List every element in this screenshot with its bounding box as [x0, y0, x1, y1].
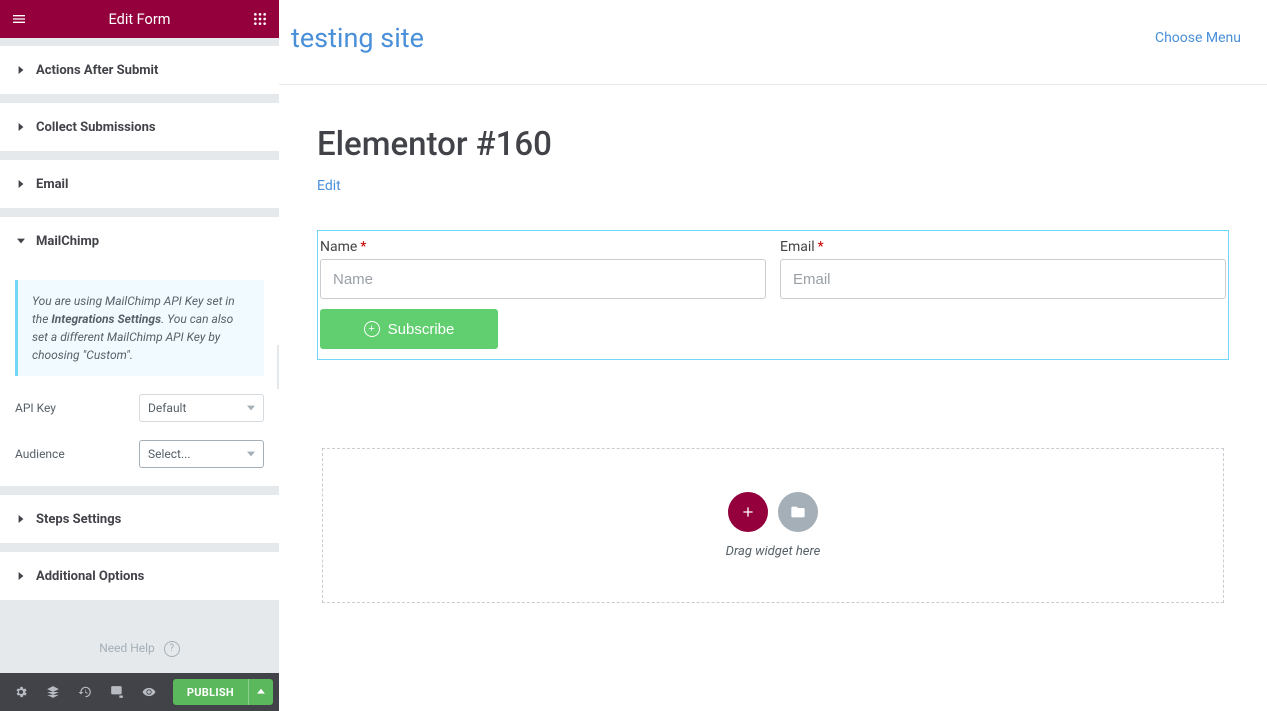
sidebar-footer: PUBLISH [0, 673, 279, 711]
label-text: Name [320, 239, 357, 255]
caret-down-icon [16, 236, 26, 246]
required-mark: * [360, 239, 366, 255]
site-title[interactable]: testing site [291, 22, 424, 54]
navigator-icon[interactable] [38, 673, 68, 711]
page-title: Elementor #160 [317, 125, 1229, 164]
menu-icon[interactable] [10, 10, 28, 28]
edit-link[interactable]: Edit [317, 178, 341, 194]
plus-circle-icon: + [364, 321, 380, 337]
need-help[interactable]: Need Help ? [0, 601, 279, 673]
history-icon[interactable] [70, 673, 100, 711]
section-label: Actions After Submit [36, 63, 158, 78]
section-label: MailChimp [36, 234, 99, 249]
email-input[interactable] [780, 259, 1226, 299]
audience-select[interactable]: Select... [139, 440, 264, 468]
section-label: Steps Settings [36, 512, 121, 527]
template-library-button[interactable] [778, 492, 818, 532]
editor-sidebar: Edit Form Actions After Submit Collect S… [0, 0, 279, 711]
preview-icon[interactable] [134, 673, 164, 711]
section-label: Additional Options [36, 569, 144, 584]
section-label: Collect Submissions [36, 120, 156, 135]
label-text: Email [780, 239, 815, 255]
caret-right-icon [16, 122, 26, 132]
subscribe-button[interactable]: + Subscribe [320, 309, 498, 349]
chevron-down-icon [247, 404, 255, 412]
choose-menu-link[interactable]: Choose Menu [1155, 30, 1241, 46]
responsive-icon[interactable] [102, 673, 132, 711]
name-label: Name* [320, 239, 766, 255]
help-label: Need Help [99, 641, 155, 655]
section-mailchimp[interactable]: MailChimp [0, 217, 279, 265]
api-key-label: API Key [15, 401, 56, 415]
help-icon: ? [164, 641, 180, 657]
section-additional-options[interactable]: Additional Options [0, 552, 279, 600]
select-value: Default [148, 401, 186, 415]
canvas-topbar: testing site Choose Menu [279, 0, 1267, 85]
caret-right-icon [16, 179, 26, 189]
select-value: Select... [148, 447, 190, 461]
caret-right-icon [16, 571, 26, 581]
caret-right-icon [16, 65, 26, 75]
form-widget[interactable]: Name* Email* + Subscribe [317, 230, 1229, 360]
email-label: Email* [780, 239, 1226, 255]
publish-label[interactable]: PUBLISH [173, 686, 248, 699]
publish-options[interactable] [248, 679, 273, 705]
publish-button[interactable]: PUBLISH [173, 679, 273, 705]
mailchimp-info: You are using MailChimp API Key set in t… [15, 280, 264, 376]
name-input[interactable] [320, 259, 766, 299]
editor-canvas: testing site Choose Menu Elementor #160 … [279, 0, 1267, 711]
section-actions-after-submit[interactable]: Actions After Submit [0, 46, 279, 94]
add-section-button[interactable] [728, 492, 768, 532]
dropzone-hint: Drag widget here [726, 544, 821, 559]
info-bold: Integrations Settings [51, 312, 161, 326]
widget-dropzone[interactable]: Drag widget here [322, 448, 1224, 603]
sidebar-header: Edit Form [0, 0, 279, 38]
section-email[interactable]: Email [0, 160, 279, 208]
section-label: Email [36, 177, 68, 192]
audience-label: Audience [15, 447, 65, 461]
sidebar-title: Edit Form [28, 11, 251, 28]
chevron-down-icon [247, 450, 255, 458]
subscribe-label: Subscribe [388, 321, 455, 338]
apps-icon[interactable] [251, 10, 269, 28]
section-collect-submissions[interactable]: Collect Submissions [0, 103, 279, 151]
caret-right-icon [16, 514, 26, 524]
section-steps-settings[interactable]: Steps Settings [0, 495, 279, 543]
settings-icon[interactable] [6, 673, 36, 711]
api-key-select[interactable]: Default [139, 394, 264, 422]
required-mark: * [818, 239, 824, 255]
